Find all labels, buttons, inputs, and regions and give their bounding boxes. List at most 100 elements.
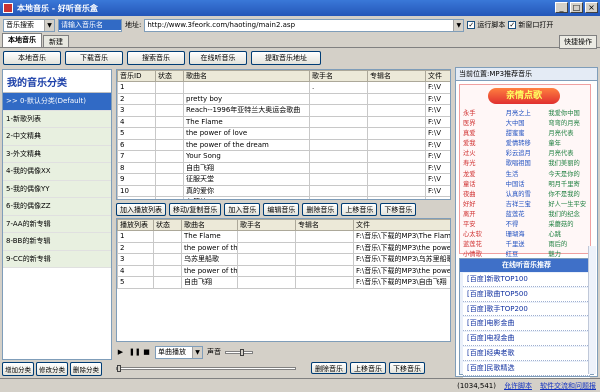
online-music-button[interactable]: 在线听音乐: [189, 51, 247, 65]
tab-new[interactable]: 新建: [43, 35, 69, 47]
banner-song-link[interactable]: 你不是我的: [548, 190, 589, 199]
banner-song-link[interactable]: 彩云追月: [506, 149, 547, 158]
allow-script-link[interactable]: 允许脚本: [504, 381, 532, 391]
category-item[interactable]: 2-中文精典: [3, 128, 111, 146]
banner-song-link[interactable]: 明月千里寄: [548, 180, 589, 189]
run-script-checkbox[interactable]: ✓ 运行脚本: [467, 20, 505, 30]
column-header[interactable]: 专辑名: [295, 219, 354, 231]
column-header[interactable]: 文件: [353, 219, 450, 231]
table-row[interactable]: 2 pretty boy F:\V: [117, 92, 450, 105]
table-row[interactable]: 11 在等待 F:\V: [117, 196, 450, 199]
table-row[interactable]: 3 乌苏里船歌 F:\音乐\下载的MP3\乌苏里船歌: [117, 253, 450, 266]
volume-slider-thumb[interactable]: [240, 348, 244, 356]
move-up-button[interactable]: 上移音乐: [341, 203, 378, 216]
add-music-button[interactable]: 加入音乐: [224, 203, 261, 216]
chevron-down-icon[interactable]: ▼: [44, 19, 54, 31]
category-item[interactable]: 3-外文精典: [3, 145, 111, 163]
category-item[interactable]: 1-新歌列表: [3, 110, 111, 128]
scrollbar[interactable]: [588, 246, 596, 374]
banner-song-link[interactable]: 心太软: [463, 230, 504, 239]
delete-category-button[interactable]: 删除分类: [70, 362, 102, 376]
banner-song-link[interactable]: 月亮代表: [548, 149, 589, 158]
online-link[interactable]: [百度]经典老歌: [463, 346, 590, 361]
column-header[interactable]: 专辑名: [367, 70, 426, 82]
category-item[interactable]: 9-CC的新专辑: [3, 250, 111, 268]
online-link[interactable]: [百度]歌手TOP200: [463, 302, 590, 317]
online-link[interactable]: [百度]电影金曲: [463, 317, 590, 332]
banner-song-link[interactable]: 采蘑菇的: [548, 220, 589, 229]
banner-song-link[interactable]: 爱情转移: [506, 139, 547, 148]
feedback-link[interactable]: 软件交流和问题报: [540, 381, 596, 391]
banner-song-link[interactable]: 生活: [506, 170, 547, 179]
quick-action-button[interactable]: 快捷操作: [559, 35, 597, 49]
banner-song-link[interactable]: 童年: [548, 139, 589, 148]
banner-song-link[interactable]: 平安: [463, 220, 504, 229]
banner-song-link[interactable]: 我们美丽的: [548, 159, 589, 168]
progress-thumb[interactable]: [117, 364, 121, 372]
table-row[interactable]: 8 自由飞翔 F:\V: [117, 161, 450, 174]
table-row[interactable]: 1 The Flame F:\音乐\下载的MP3\The Flame: [117, 230, 450, 243]
banner-song-link[interactable]: 过火: [463, 149, 504, 158]
add-category-button[interactable]: 增加分类: [2, 362, 34, 376]
banner-song-link[interactable]: 我们的纪念: [548, 210, 589, 219]
banner-song-link[interactable]: 寿光: [463, 159, 504, 168]
banner-song-link[interactable]: 大中国: [506, 119, 547, 128]
category-item[interactable]: 4-我的偶像XX: [3, 163, 111, 181]
table-row[interactable]: 5 the power of love F:\V: [117, 127, 450, 140]
banner-song-link[interactable]: 心跳: [548, 230, 589, 239]
playlist-move-down-button[interactable]: 下移音乐: [389, 362, 425, 374]
banner-song-link[interactable]: 夜曲: [463, 190, 504, 199]
progress-track[interactable]: [116, 364, 296, 372]
minimize-button[interactable]: _: [555, 2, 568, 13]
banner-song-link[interactable]: 蓝莲花: [506, 210, 547, 219]
table-row[interactable]: 2 the power of the F:\音乐\下载的MP3\the power: [117, 241, 450, 254]
table-row[interactable]: 7 Your Song F:\V: [117, 150, 450, 163]
pause-icon[interactable]: ❚❚: [129, 348, 141, 357]
banner-song-link[interactable]: 月亮之上: [506, 109, 547, 118]
banner-song-link[interactable]: 童话: [463, 180, 504, 189]
category-item[interactable]: >> 0-默认分类(Default): [3, 93, 111, 111]
maximize-button[interactable]: □: [570, 2, 583, 13]
edit-category-button[interactable]: 修改分类: [36, 362, 68, 376]
banner-song-link[interactable]: 甜蜜蜜: [506, 129, 547, 138]
banner-song-link[interactable]: 好人一生平安: [548, 200, 589, 209]
banner-song-link[interactable]: 雨后的: [548, 240, 589, 249]
table-row[interactable]: 4 the power of the F:\音乐\下载的MP3\the power: [117, 264, 450, 277]
play-icon[interactable]: ▶: [116, 348, 125, 357]
edit-music-button[interactable]: 编辑音乐: [263, 203, 300, 216]
delete-from-playlist-button[interactable]: 删除音乐: [311, 362, 347, 374]
table-row[interactable]: 9 征服天堂 F:\V: [117, 173, 450, 186]
search-input[interactable]: 请输入音乐名: [58, 18, 122, 32]
play-mode-select[interactable]: 单曲播放 ▼: [155, 345, 203, 359]
banner-song-link[interactable]: 蓝莲花: [463, 240, 504, 249]
download-music-button[interactable]: 下载音乐: [65, 51, 123, 65]
playlist-move-up-button[interactable]: 上移音乐: [350, 362, 386, 374]
chevron-down-icon[interactable]: ▼: [192, 346, 202, 358]
category-item[interactable]: 7-AA的新专辑: [3, 215, 111, 233]
table-row[interactable]: 10 真的爱你 F:\V: [117, 184, 450, 197]
column-header[interactable]: 歌曲名: [183, 70, 310, 82]
banner-song-link[interactable]: 吉祥三宝: [506, 200, 547, 209]
close-button[interactable]: ×: [585, 2, 598, 13]
tab-local-music[interactable]: 本地音乐: [2, 33, 42, 47]
online-link[interactable]: [百度]新歌TOP100: [463, 273, 590, 287]
banner-song-link[interactable]: 医界: [463, 119, 504, 128]
banner-song-link[interactable]: 永手: [463, 109, 504, 118]
banner-song-link[interactable]: 千里送: [506, 240, 547, 249]
search-type-select[interactable]: 音乐搜索 ▼: [3, 18, 55, 32]
online-link[interactable]: [百度]歌曲TOP500: [463, 287, 590, 302]
banner-song-link[interactable]: 不得: [506, 220, 547, 229]
category-item[interactable]: 6-我的偶像ZZ: [3, 198, 111, 216]
banner-song-link[interactable]: 今天是你的: [548, 170, 589, 179]
move-copy-music-button[interactable]: 移动/复制音乐: [169, 203, 222, 216]
move-down-button[interactable]: 下移音乐: [380, 203, 417, 216]
url-field[interactable]: http://www.3feork.com/haoting/main2.asp …: [144, 18, 465, 32]
banner-song-link[interactable]: 我爱你中国: [548, 109, 589, 118]
table-row[interactable]: 6 the power of the dream F:\V: [117, 138, 450, 151]
banner-song-link[interactable]: 中国话: [506, 180, 547, 189]
delete-music-button[interactable]: 删除音乐: [302, 203, 339, 216]
banner-song-link[interactable]: 爱我: [463, 139, 504, 148]
search-music-button[interactable]: 搜索音乐: [127, 51, 185, 65]
banner-song-link[interactable]: 龙爱: [463, 170, 504, 179]
chevron-down-icon[interactable]: ▼: [453, 19, 464, 31]
